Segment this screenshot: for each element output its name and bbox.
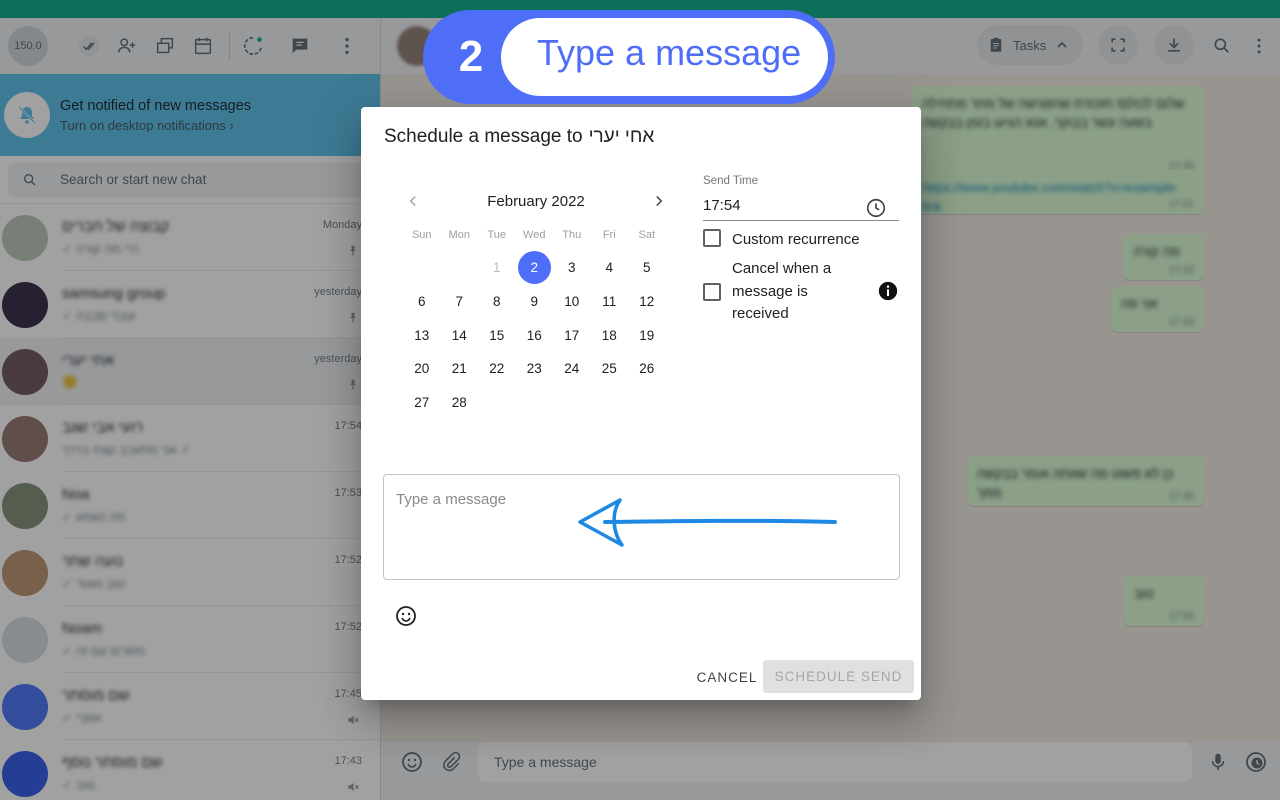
calendar-grid: Sun Mon Tue Wed Thu Fri Sat 1 2 3 4 5 6 7 8 9 10 11 12 13 14… bbox=[403, 229, 666, 419]
clock-icon[interactable] bbox=[865, 197, 887, 219]
calendar-day-number: 17 bbox=[564, 327, 580, 343]
calendar-day[interactable]: 5 bbox=[628, 251, 666, 285]
calendar-day[interactable]: 14 bbox=[441, 318, 479, 352]
calendar-day[interactable]: 18 bbox=[591, 318, 629, 352]
calendar-weekday: Fri bbox=[602, 229, 616, 241]
calendar-day-number: 21 bbox=[451, 361, 467, 377]
calendar-day-number: 18 bbox=[601, 327, 617, 343]
calendar-day[interactable]: 13 bbox=[403, 318, 441, 352]
calendar-day-number: 19 bbox=[639, 327, 655, 343]
calendar-day-number: 16 bbox=[526, 327, 542, 343]
send-time-field: Send Time bbox=[703, 175, 899, 221]
calendar-day[interactable]: 6 bbox=[403, 285, 441, 319]
cancel-when-received-row[interactable]: Cancel when a message is received bbox=[703, 258, 862, 326]
calendar-day-number: 15 bbox=[489, 327, 505, 343]
cancel-when-received-checkbox[interactable] bbox=[703, 283, 721, 301]
calendar-day-number: 20 bbox=[414, 361, 430, 377]
calendar-day-number: 22 bbox=[489, 361, 505, 377]
cancel-when-received-label: Cancel when a message is received bbox=[732, 260, 832, 322]
calendar-day-number: 13 bbox=[414, 327, 430, 343]
calendar-day[interactable]: 9 bbox=[516, 285, 554, 319]
calendar-day-number: 8 bbox=[492, 294, 501, 310]
calendar-day-number: 2 bbox=[517, 251, 551, 285]
calendar-day-number: 23 bbox=[526, 361, 542, 377]
calendar-header: February 2022 bbox=[401, 187, 671, 215]
calendar-empty-cell bbox=[441, 251, 479, 285]
calendar-day[interactable]: 10 bbox=[553, 285, 591, 319]
calendar-day[interactable]: 11 bbox=[591, 285, 629, 319]
chevron-right-icon bbox=[656, 195, 663, 207]
calendar-day[interactable]: 8 bbox=[478, 285, 516, 319]
emoji-icon[interactable] bbox=[394, 604, 418, 628]
calendar-day-selected[interactable]: 2 bbox=[516, 251, 554, 285]
dialog-title: Schedule a message to אחי יערי bbox=[384, 126, 654, 148]
calendar-day[interactable]: 15 bbox=[478, 318, 516, 352]
calendar-empty-cell bbox=[403, 251, 441, 285]
calendar-day-number: 9 bbox=[530, 294, 538, 310]
calendar-day[interactable]: 21 bbox=[441, 352, 479, 386]
calendar-weekday: Tue bbox=[487, 229, 507, 241]
calendar-day[interactable]: 25 bbox=[591, 352, 629, 386]
calendar-day[interactable]: 27 bbox=[403, 386, 441, 420]
dialog-contact-name: אחי יערי bbox=[588, 126, 655, 147]
calendar-day-number: 3 bbox=[567, 260, 576, 276]
calendar-day-number: 7 bbox=[455, 294, 463, 310]
custom-recurrence-label: Custom recurrence bbox=[732, 231, 860, 248]
calendar-day[interactable]: 26 bbox=[628, 352, 666, 386]
tutorial-step-text: Type a message bbox=[537, 32, 802, 73]
calendar-weekday: Mon bbox=[448, 229, 470, 241]
cancel-button[interactable]: CANCEL bbox=[687, 660, 767, 694]
calendar-weekday: Sun bbox=[411, 229, 432, 241]
calendar-day[interactable]: 16 bbox=[516, 318, 554, 352]
calendar-day-number: 14 bbox=[451, 327, 467, 343]
calendar-day[interactable]: 28 bbox=[441, 386, 479, 420]
send-time-input-wrap bbox=[703, 191, 899, 221]
calendar-day-number: 24 bbox=[564, 361, 580, 377]
calendar-day-number: 25 bbox=[601, 361, 617, 377]
custom-recurrence-row[interactable]: Custom recurrence bbox=[703, 229, 860, 252]
calendar-day-number: 10 bbox=[564, 294, 580, 310]
schedule-send-button[interactable]: SCHEDULE SEND bbox=[763, 660, 914, 693]
calendar-day[interactable]: 17 bbox=[553, 318, 591, 352]
dialog-title-prefix: Schedule a message to bbox=[384, 126, 583, 147]
send-time-input[interactable] bbox=[703, 191, 853, 214]
calendar-day[interactable]: 7 bbox=[441, 285, 479, 319]
calendar-day[interactable]: 12 bbox=[628, 285, 666, 319]
calendar-day: 1 bbox=[478, 251, 516, 285]
calendar-month-label: February 2022 bbox=[487, 193, 585, 210]
calendar-weekday: Sat bbox=[638, 229, 655, 241]
calendar-day-number: 11 bbox=[602, 294, 617, 310]
calendar-day-number: 4 bbox=[605, 260, 613, 276]
calendar-day[interactable]: 3 bbox=[553, 251, 591, 285]
custom-recurrence-checkbox[interactable] bbox=[703, 229, 721, 247]
send-time-label: Send Time bbox=[703, 175, 758, 187]
calendar-day[interactable]: 23 bbox=[516, 352, 554, 386]
calendar-day-number: 27 bbox=[414, 395, 430, 411]
tutorial-step-banner: 2 Type a message bbox=[423, 10, 835, 104]
schedule-message-dialog: Schedule a message to אחי יערי February 2… bbox=[361, 107, 921, 700]
calendar-day[interactable]: 19 bbox=[628, 318, 666, 352]
calendar-day[interactable]: 20 bbox=[403, 352, 441, 386]
calendar-day-number: 12 bbox=[639, 294, 655, 310]
tutorial-step-number: 2 bbox=[458, 32, 484, 81]
calendar-next-button[interactable] bbox=[647, 189, 671, 213]
calendar-weekday: Thu bbox=[562, 229, 582, 241]
calendar-day[interactable]: 4 bbox=[591, 251, 629, 285]
calendar-day-number: 26 bbox=[639, 361, 655, 377]
info-icon[interactable] bbox=[878, 281, 898, 301]
calendar-day-number: 28 bbox=[451, 395, 467, 411]
tutorial-arrow-icon bbox=[578, 498, 837, 547]
calendar-weekday: Wed bbox=[523, 229, 546, 241]
calendar-day-number: 1 bbox=[492, 260, 501, 276]
calendar-day[interactable]: 22 bbox=[478, 352, 516, 386]
calendar-day[interactable]: 24 bbox=[553, 352, 591, 386]
calendar-day-number: 5 bbox=[642, 260, 651, 276]
calendar-day-number: 6 bbox=[417, 294, 426, 310]
